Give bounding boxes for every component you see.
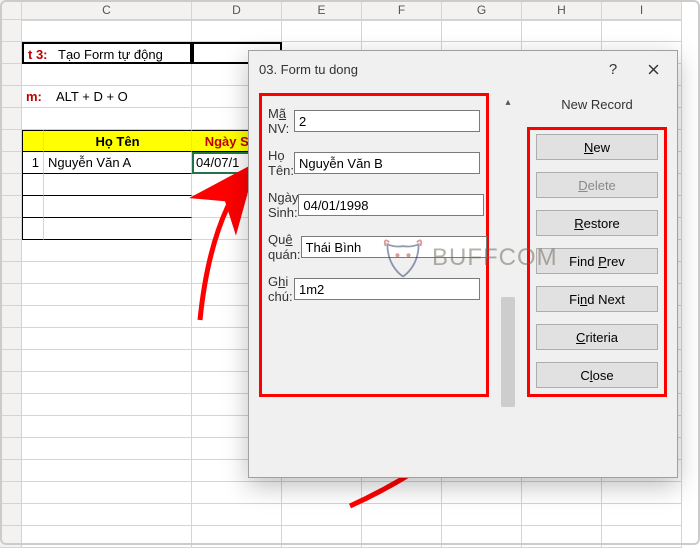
col-d[interactable]: D — [192, 0, 282, 20]
scrollbar-thumb[interactable] — [501, 297, 515, 407]
delete-button: Delete — [536, 172, 658, 198]
col-headers: C D E F G H I — [0, 0, 692, 20]
header-ho-ten[interactable]: Họ Tên — [44, 130, 192, 152]
cell[interactable] — [192, 20, 282, 42]
label-ho-ten: Họ Tên: — [268, 148, 294, 178]
col-f[interactable]: F — [362, 0, 442, 20]
cell[interactable] — [22, 20, 192, 42]
col-c[interactable]: C — [22, 0, 192, 20]
col-h[interactable]: H — [522, 0, 602, 20]
step3-tag: t 3: — [28, 46, 58, 60]
criteria-button[interactable]: Criteria — [536, 324, 658, 350]
cell[interactable] — [282, 20, 362, 42]
label-ngay-sinh: Ngày Sinh: — [268, 190, 298, 220]
find-next-button[interactable]: Find Next — [536, 286, 658, 312]
dialog-title: 03. Form tu dong — [259, 62, 593, 77]
input-ho-ten[interactable] — [294, 152, 480, 174]
form-dialog: 03. Form tu dong ? Mã NV: Họ Tên: Ngày S… — [248, 50, 678, 478]
col-g[interactable]: G — [442, 0, 522, 20]
col-i[interactable]: I — [602, 0, 682, 20]
input-ngay-sinh[interactable] — [298, 194, 484, 216]
find-prev-button[interactable]: Find Prev — [536, 248, 658, 274]
step3-text: Tạo Form tự động — [58, 46, 163, 60]
dialog-titlebar: 03. Form tu dong ? — [249, 51, 677, 87]
row-index[interactable]: 1 — [22, 152, 44, 174]
header-blank[interactable] — [22, 130, 44, 152]
restore-button[interactable]: Restore — [536, 210, 658, 236]
input-ma-nv[interactable] — [294, 110, 480, 132]
input-ghi-chu[interactable] — [294, 278, 480, 300]
label-que-quan: Quê quán: — [268, 232, 301, 262]
input-que-quan[interactable] — [301, 236, 487, 258]
button-panel: New Delete Restore Find Prev Find Next C… — [527, 127, 667, 397]
shortkey-text: ALT + D + O — [56, 88, 128, 105]
close-button[interactable]: Close — [536, 362, 658, 388]
col-e[interactable]: E — [282, 0, 362, 20]
form-scrollbar[interactable]: ▴ ▾ — [497, 93, 519, 397]
close-icon[interactable] — [633, 54, 673, 84]
new-button[interactable]: New — [536, 134, 658, 160]
shortkey-tag: m: — [26, 88, 56, 105]
help-button[interactable]: ? — [593, 54, 633, 84]
scroll-up-icon[interactable]: ▴ — [499, 93, 517, 111]
record-status: New Record — [527, 97, 667, 115]
label-ghi-chu: Ghi chú: — [268, 274, 294, 304]
label-ma-nv: Mã NV: — [268, 106, 294, 136]
form-fields: Mã NV: Họ Tên: Ngày Sinh: Quê quán: Ghi … — [259, 93, 489, 397]
cell-ho-ten[interactable]: Nguyễn Văn A — [44, 152, 192, 174]
